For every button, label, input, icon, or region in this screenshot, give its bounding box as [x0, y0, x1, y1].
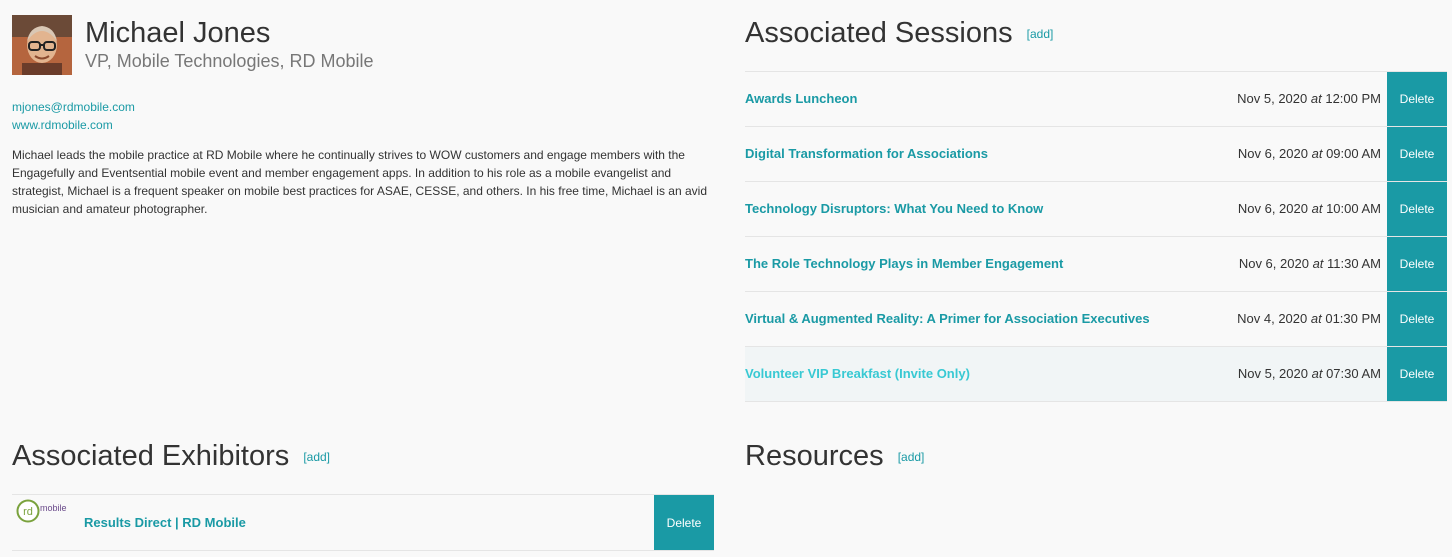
session-row: Awards Luncheon Nov 5, 2020 at 12:00 PM De… — [745, 72, 1447, 127]
logo-mark-text: rd — [23, 506, 33, 518]
session-date: Nov 4, 2020 — [1237, 311, 1308, 326]
session-at-label: at — [1312, 256, 1324, 271]
add-exhibitor-link[interactable]: [add] — [303, 450, 330, 464]
delete-session-button[interactable]: Delete — [1387, 127, 1447, 181]
session-datetime: Nov 5, 2020 at 07:30 AM — [1238, 347, 1381, 401]
speaker-title: VP, Mobile Technologies, RD Mobile — [85, 51, 374, 71]
speaker-bio: Michael leads the mobile practice at RD … — [12, 148, 707, 216]
exhibitor-name-link[interactable]: Results Direct | RD Mobile — [84, 495, 246, 550]
session-title-link[interactable]: Digital Transformation for Associations — [745, 127, 988, 181]
add-session-link[interactable]: [add] — [1027, 27, 1054, 41]
sessions-heading-text: Associated Sessions — [745, 17, 1013, 49]
session-date: Nov 5, 2020 — [1237, 366, 1308, 381]
speaker-name: Michael Jones — [85, 17, 271, 49]
session-time: 01:30 PM — [1325, 311, 1381, 326]
session-date: Nov 5, 2020 — [1237, 91, 1308, 106]
session-datetime: Nov 5, 2020 at 12:00 PM — [1237, 72, 1381, 126]
session-time: 09:00 AM — [1326, 146, 1381, 161]
session-title-link[interactable]: Volunteer VIP Breakfast (Invite Only) — [745, 347, 970, 401]
session-at-label: at — [1311, 146, 1323, 161]
session-datetime: Nov 6, 2020 at 10:00 AM — [1238, 182, 1381, 236]
sessions-list: Awards Luncheon Nov 5, 2020 at 12:00 PM De… — [745, 71, 1447, 402]
session-row: Digital Transformation for Associations N… — [745, 127, 1447, 182]
session-date: Nov 6, 2020 — [1238, 256, 1309, 271]
session-at-label: at — [1310, 91, 1322, 106]
exhibitor-row: rd mobile Results Direct | RD Mobile Delete — [12, 495, 714, 551]
session-time: 12:00 PM — [1325, 91, 1381, 106]
session-title-link[interactable]: Virtual & Augmented Reality: A Primer fo… — [745, 292, 1150, 346]
session-datetime: Nov 4, 2020 at 01:30 PM — [1237, 292, 1381, 346]
logo-word-text: mobile — [40, 503, 67, 513]
session-date: Nov 6, 2020 — [1237, 146, 1308, 161]
rd-mobile-logo-icon: rd mobile — [16, 499, 67, 523]
exhibitor-logo: rd mobile — [16, 499, 76, 523]
delete-session-button[interactable]: Delete — [1387, 237, 1447, 291]
delete-session-button[interactable]: Delete — [1387, 292, 1447, 346]
session-date: Nov 6, 2020 — [1237, 201, 1308, 216]
resources-heading-text: Resources — [745, 440, 884, 472]
session-datetime: Nov 6, 2020 at 11:30 AM — [1239, 237, 1381, 291]
delete-session-button[interactable]: Delete — [1387, 182, 1447, 236]
speaker-email-link[interactable]: mjones@rdmobile.com — [12, 98, 135, 116]
session-at-label: at — [1311, 366, 1323, 381]
delete-exhibitor-button[interactable]: Delete — [654, 495, 714, 550]
speaker-contact: mjones@rdmobile.com www.rdmobile.com — [12, 98, 135, 134]
delete-session-button[interactable]: Delete — [1387, 72, 1447, 126]
session-title-link[interactable]: The Role Technology Plays in Member Enga… — [745, 237, 1063, 291]
exhibitors-heading-text: Associated Exhibitors — [12, 440, 290, 472]
resources-heading: Resources [add] — [745, 440, 924, 473]
exhibitors-heading: Associated Exhibitors [add] — [12, 440, 330, 473]
speaker-avatar — [12, 15, 72, 75]
session-time: 11:30 AM — [1327, 256, 1381, 271]
session-at-label: at — [1311, 201, 1323, 216]
session-title-link[interactable]: Awards Luncheon — [745, 72, 857, 126]
session-title-link[interactable]: Technology Disruptors: What You Need to … — [745, 182, 1043, 236]
session-row: Virtual & Augmented Reality: A Primer fo… — [745, 292, 1447, 347]
session-row: Technology Disruptors: What You Need to … — [745, 182, 1447, 237]
add-resource-link[interactable]: [add] — [898, 450, 925, 464]
sessions-heading: Associated Sessions [add] — [745, 17, 1053, 50]
session-datetime: Nov 6, 2020 at 09:00 AM — [1238, 127, 1381, 181]
session-time: 07:30 AM — [1326, 366, 1381, 381]
exhibitors-list: rd mobile Results Direct | RD Mobile Delete — [12, 494, 714, 551]
person-photo-icon — [12, 15, 72, 75]
session-time: 10:00 AM — [1326, 201, 1381, 216]
speaker-website-link[interactable]: www.rdmobile.com — [12, 116, 135, 134]
session-row: The Role Technology Plays in Member Enga… — [745, 237, 1447, 292]
session-at-label: at — [1310, 311, 1322, 326]
delete-session-button[interactable]: Delete — [1387, 347, 1447, 401]
session-row: Volunteer VIP Breakfast (Invite Only) Nov… — [745, 347, 1447, 402]
